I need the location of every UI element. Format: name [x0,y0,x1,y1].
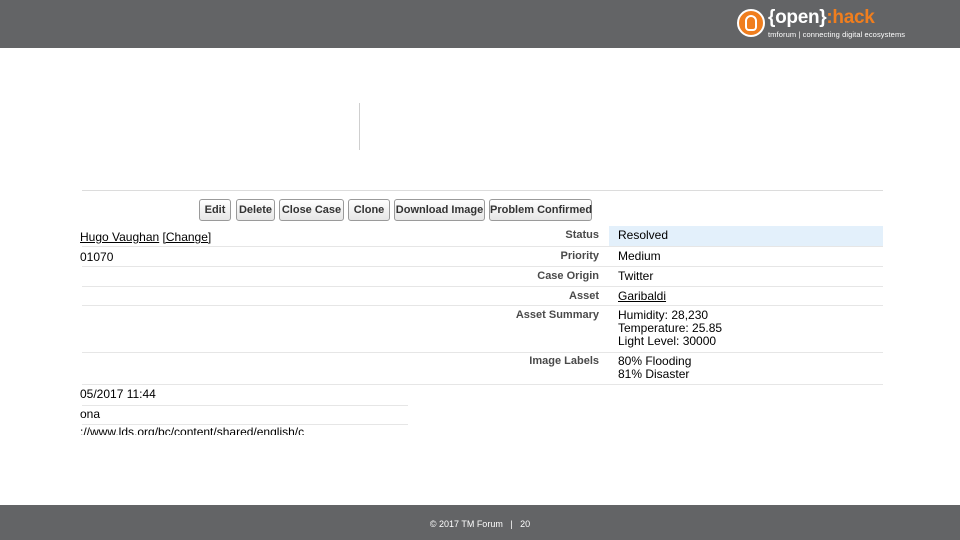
row-divider [609,352,883,353]
date-opened: 05/2017 11:44 [80,387,156,401]
row-divider [82,305,609,306]
asset-summary-light: Light Level: 30000 [618,334,717,348]
close-case-button[interactable]: Close Case [279,199,344,221]
priority-value: Medium [618,249,661,263]
image-label-disaster: 81% Disaster [618,367,690,381]
clone-button[interactable]: Clone [348,199,390,221]
open-hack-logo: {open}:hack tmforum | connecting digital… [737,7,927,41]
download-image-button[interactable]: Download Image [394,199,485,221]
edit-button[interactable]: Edit [199,199,231,221]
delete-button[interactable]: Delete [236,199,275,221]
row-divider [82,246,609,247]
divider [82,190,883,191]
status-label: Status [565,229,599,241]
status-value: Resolved [618,228,669,242]
divider [359,103,360,150]
row-divider [82,352,609,353]
row-divider [609,384,883,385]
case-origin-value: Twitter [618,269,654,283]
header-bar: {open}:hack tmforum | connecting digital… [0,0,960,48]
problem-confirmed-button[interactable]: Problem Confirmed [489,199,592,221]
case-number: 01070 [80,250,114,264]
asset-summary-label: Asset Summary [515,309,599,321]
logo-title: {open}:hack [768,7,875,28]
logo-tagline: tmforum | connecting digital ecosystems [768,30,906,39]
case-owner: Hugo Vaughan [Change] [80,231,211,244]
image-labels-label: Image Labels [529,355,599,367]
row-divider [82,286,609,287]
row-divider [609,266,883,267]
row-divider [82,266,609,267]
priority-label: Priority [560,250,599,262]
owner-link[interactable]: Hugo Vaughan [80,230,159,244]
case-origin-label: Case Origin [537,270,599,282]
asset-link[interactable]: Garibaldi [618,290,666,303]
hand-icon [737,9,765,37]
change-owner-link[interactable]: [Change] [163,230,212,244]
row-divider [82,384,609,385]
city-value: ona [80,407,101,421]
url-value: ://www.lds.org/bc/content/shared/english… [80,426,305,435]
row-divider [609,246,883,247]
row-divider [609,286,883,287]
footer-text: © 2017 TM Forum | 20 [429,519,531,529]
footer-bar: © 2017 TM Forum | 20 [0,505,960,540]
row-divider [82,424,408,425]
row-divider [609,305,883,306]
asset-label: Asset [569,290,599,302]
row-divider [82,405,408,406]
